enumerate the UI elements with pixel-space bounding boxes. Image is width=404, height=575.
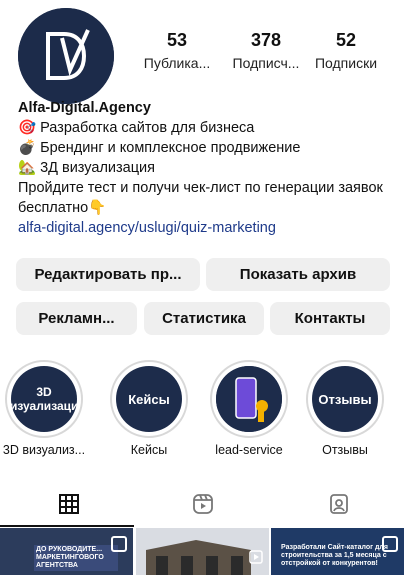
- carousel-icon: [111, 536, 127, 552]
- posts-label: Публика...: [143, 55, 211, 71]
- highlight-caption: 3D визуализ...: [2, 443, 86, 457]
- insights-button[interactable]: Статистика: [144, 302, 264, 335]
- bio-line-4-text: Пройдите тест и получи чек-лист по генер…: [18, 180, 383, 216]
- highlight-cover: 3D визуализация: [11, 366, 77, 432]
- post-thumbnail[interactable]: Разработали Сайт-каталог для строительст…: [271, 528, 404, 575]
- bio-line-1-text: Разработка сайтов для бизнеса: [40, 120, 255, 136]
- highlight-reviews[interactable]: Отзывы Отзывы: [302, 360, 388, 457]
- highlight-lead-service[interactable]: lead-service: [206, 360, 292, 457]
- posts-stat[interactable]: 53 Публика...: [137, 30, 217, 72]
- followers-label: Подписч...: [232, 55, 300, 71]
- followers-stat[interactable]: 378 Подписч...: [220, 30, 312, 72]
- pointing-down-icon: 👇: [88, 200, 107, 216]
- tagged-icon[interactable]: [327, 492, 351, 516]
- bomb-icon: 💣: [18, 140, 37, 156]
- highlight-cover: Отзывы: [312, 366, 378, 432]
- following-stat[interactable]: 52 Подписки: [306, 30, 386, 72]
- highlight-cover: [216, 366, 282, 432]
- phone-illustration-icon: [216, 366, 282, 432]
- bio-line-1: 🎯 Разработка сайтов для бизнеса: [18, 118, 394, 138]
- profile-name: Alfa-Digital.Agency: [18, 100, 151, 116]
- bio-line-4: Пройдите тест и получи чек-лист по генер…: [18, 178, 394, 218]
- highlight-ring: Кейсы: [110, 360, 188, 438]
- active-tab-indicator: [0, 525, 134, 527]
- ads-button[interactable]: Рекламн...: [16, 302, 137, 335]
- following-label: Подписки: [314, 55, 378, 71]
- highlight-caption: lead-service: [215, 443, 283, 457]
- highlight-cover: Кейсы: [116, 366, 182, 432]
- post-thumbnail[interactable]: [136, 528, 269, 575]
- video-icon: [249, 550, 263, 564]
- grid-icon[interactable]: [57, 492, 81, 516]
- edit-profile-button[interactable]: Редактировать пр...: [16, 258, 200, 291]
- target-icon: 🎯: [18, 120, 37, 136]
- highlight-ring: [210, 360, 288, 438]
- post-thumbnail[interactable]: ДО РУКОВОДИТЕ... МАРКЕТИНГОВОГО АГЕНТСТВ…: [0, 528, 133, 575]
- show-archive-button[interactable]: Показать архив: [206, 258, 390, 291]
- profile-bio: Alfa-Digital.Agency 🎯 Разработка сайтов …: [18, 98, 394, 238]
- post-text: Разработали Сайт-каталог для строительст…: [281, 544, 388, 567]
- bio-line-2-text: Брендинг и комплексное продвижение: [40, 140, 301, 156]
- posts-count: 53: [166, 30, 188, 50]
- highlight-cases[interactable]: Кейсы Кейсы: [106, 360, 192, 457]
- contacts-button[interactable]: Контакты: [270, 302, 390, 335]
- brand-logo-icon: [18, 8, 114, 104]
- highlight-ring: Отзывы: [306, 360, 384, 438]
- highlight-ring: 3D визуализация: [5, 360, 83, 438]
- highlight-caption: Кейсы: [130, 443, 168, 457]
- house-icon: 🏡: [18, 160, 37, 176]
- highlight-caption: Отзывы: [322, 443, 368, 457]
- bio-line-3-text: 3Д визуализация: [40, 160, 155, 176]
- post-text: ДО РУКОВОДИТЕ... МАРКЕТИНГОВОГО АГЕНТСТВ…: [34, 545, 118, 571]
- highlight-3d[interactable]: 3D визуализация 3D визуализ...: [1, 360, 87, 457]
- bio-link[interactable]: alfa-digital.agency/uslugi/quiz-marketin…: [18, 218, 394, 238]
- followers-count: 378: [250, 30, 282, 50]
- bio-line-2: 💣 Брендинг и комплексное продвижение: [18, 138, 394, 158]
- profile-avatar[interactable]: [18, 8, 114, 104]
- reels-icon[interactable]: [191, 492, 215, 516]
- bio-line-3: 🏡 3Д визуализация: [18, 158, 394, 178]
- carousel-icon: [382, 536, 398, 552]
- following-count: 52: [335, 30, 357, 50]
